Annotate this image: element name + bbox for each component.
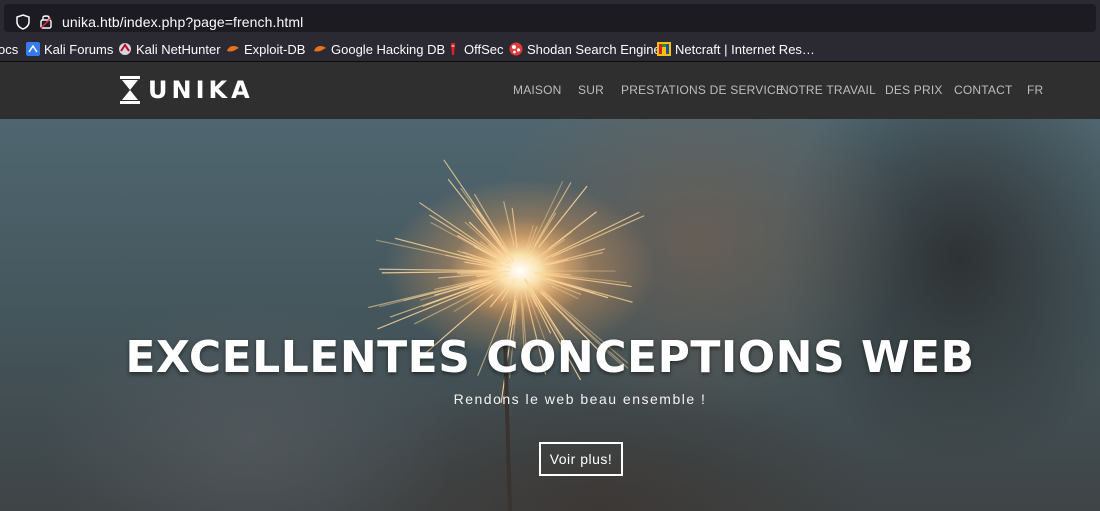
nav-sur[interactable]: SUR	[578, 83, 604, 97]
bookmark-google-hacking-db[interactable]: Google Hacking DB	[313, 40, 445, 58]
bookmark-label: OffSec	[464, 41, 504, 57]
bookmark-exploit-db[interactable]: Exploit-DB	[226, 40, 305, 58]
lock-icon[interactable]	[40, 13, 52, 29]
bookmark-label: Shodan Search Engine	[527, 41, 661, 57]
shield-icon[interactable]	[16, 14, 30, 30]
nethunter-icon	[119, 43, 131, 55]
bookmark-docs[interactable]: ocs	[0, 40, 18, 58]
bookmark-label: Kali Forums	[44, 41, 114, 57]
offsec-icon	[451, 43, 455, 55]
hero-subtitle: Rendons le web beau ensemble !	[453, 391, 707, 407]
nav-maison[interactable]: MAISON	[513, 83, 562, 97]
nav-language[interactable]: FR	[1027, 83, 1043, 97]
bookmark-label: ocs	[0, 41, 19, 57]
bookmark-netcraft[interactable]: Netcraft | Internet Res…	[657, 40, 815, 58]
nav-des-prix[interactable]: DES PRIX	[885, 83, 943, 97]
nav-notre-travail[interactable]: NOTRE TRAVAIL	[780, 83, 876, 97]
site-navbar: UNIKA MAISON SUR PRESTATIONS DE SERVICE …	[0, 62, 1100, 119]
kali-icon	[26, 42, 40, 56]
bookmark-offsec[interactable]: OffSec	[446, 40, 504, 58]
bookmark-label: Google Hacking DB	[331, 41, 446, 57]
url-text[interactable]: unika.htb/index.php?page=french.html	[62, 14, 303, 30]
logo-text: UNIKA	[148, 76, 254, 104]
nav-contact[interactable]: CONTACT	[954, 83, 1013, 97]
browser-toolbar: unika.htb/index.php?page=french.html	[0, 0, 1100, 35]
bookmark-kali-nethunter[interactable]: Kali NetHunter	[118, 40, 221, 58]
bookmark-label: Exploit-DB	[244, 41, 306, 57]
site-logo[interactable]: UNIKA	[120, 76, 254, 104]
bookmark-label: Kali NetHunter	[136, 41, 221, 57]
bookmark-kali-forums[interactable]: Kali Forums	[26, 40, 113, 58]
ghdb-icon	[314, 46, 326, 52]
hourglass-icon	[120, 76, 140, 104]
hero-title: EXCELLENTES CONCEPTIONS WEB	[125, 332, 975, 383]
nav-prestations[interactable]: PRESTATIONS DE SERVICE	[621, 83, 784, 97]
hero-section: EXCELLENTES CONCEPTIONS WEB Rendons le w…	[0, 119, 1100, 511]
bookmark-label: Netcraft | Internet Res…	[675, 41, 815, 57]
bookmarks-bar: ocs Kali Forums Kali NetHunter Exploit-D…	[0, 35, 1100, 62]
see-more-button[interactable]: Voir plus!	[539, 442, 623, 476]
shodan-icon	[509, 42, 523, 56]
bookmark-shodan[interactable]: Shodan Search Engine	[509, 40, 661, 58]
exploitdb-icon	[227, 46, 239, 52]
address-bar[interactable]: unika.htb/index.php?page=french.html	[4, 4, 1096, 32]
netcraft-icon	[657, 42, 671, 56]
